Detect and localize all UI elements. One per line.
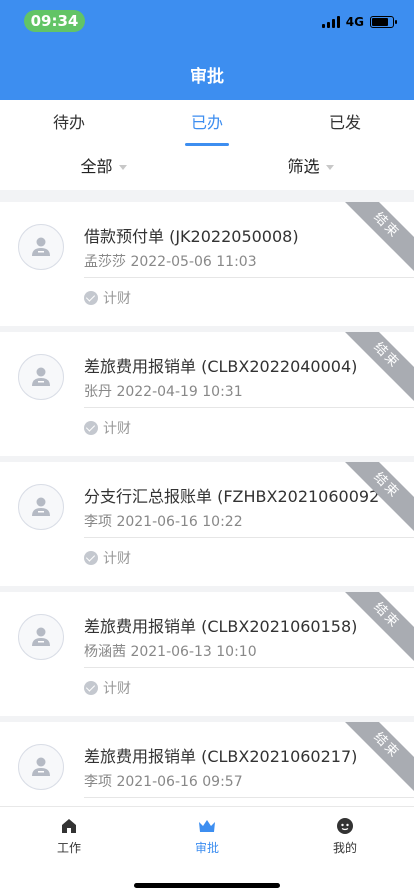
avatar (18, 354, 64, 400)
bottom-nav: 工作 审批 我的 (0, 806, 414, 896)
all-dropdown[interactable]: 全部 (0, 148, 207, 190)
home-indicator (134, 883, 280, 888)
list-item[interactable]: 分支行汇总报账单 (FZHBX2021060092 李项 2021-06-16 … (0, 462, 414, 586)
item-title: 分支行汇总报账单 (FZHBX2021060092 (84, 487, 380, 506)
item-meta: 孟莎莎 2022-05-06 11:03 (84, 254, 257, 270)
person-icon (32, 237, 50, 256)
tab-pending[interactable]: 待办 (0, 100, 138, 148)
network-label: 4G (345, 15, 364, 29)
item-title: 差旅费用报销单 (CLBX2021060217) (84, 747, 358, 766)
divider (84, 537, 414, 538)
person-icon (32, 367, 50, 386)
crown-icon (199, 820, 215, 832)
avatar (18, 614, 64, 660)
face-icon (337, 818, 353, 834)
item-meta: 杨涵茜 2021-06-13 10:10 (84, 644, 257, 660)
item-title: 差旅费用报销单 (CLBX2022040004) (84, 357, 358, 376)
signal-icon (321, 16, 340, 28)
item-title: 借款预付单 (JK2022050008) (84, 227, 299, 246)
check-circle-icon (84, 421, 98, 435)
nav-mine-label: 我的 (332, 841, 357, 855)
person-icon (32, 627, 50, 646)
item-node: 计财 (84, 548, 131, 568)
item-meta: 张丹 2022-04-19 10:31 (84, 384, 243, 400)
item-node: 计财 (84, 418, 131, 438)
caret-down-icon (325, 165, 334, 170)
avatar (18, 484, 64, 530)
item-node: 计财 (84, 678, 131, 698)
filter-dropdown-label: 筛选 (287, 157, 320, 176)
avatar (18, 224, 64, 270)
tab-bar: 待办 已办 已发 (0, 100, 414, 148)
check-circle-icon (84, 551, 98, 565)
status-time: 09:34 (24, 10, 85, 32)
filter-dropdown[interactable]: 筛选 (207, 148, 414, 190)
divider (84, 407, 414, 408)
status-ribbon: 结束 (335, 202, 414, 277)
person-icon (32, 497, 50, 516)
nav-approval-label: 审批 (194, 841, 219, 855)
divider (84, 667, 414, 668)
nav-mine[interactable]: 我的 (276, 807, 414, 863)
app-header: 09:34 4G 审批 (0, 0, 414, 100)
status-indicators: 4G (321, 14, 397, 30)
nav-approval[interactable]: 审批 (138, 807, 276, 863)
person-icon (32, 757, 50, 776)
filter-bar: 全部 筛选 (0, 148, 414, 190)
status-bar: 09:34 4G (0, 0, 414, 44)
avatar (18, 744, 64, 790)
tab-sent[interactable]: 已发 (276, 100, 414, 148)
list-item[interactable]: 借款预付单 (JK2022050008) 孟莎莎 2022-05-06 11:0… (0, 202, 414, 326)
page-title: 审批 (190, 67, 224, 87)
caret-down-icon (118, 165, 127, 170)
all-dropdown-label: 全部 (80, 157, 113, 176)
item-meta: 李项 2021-06-16 10:22 (84, 514, 243, 530)
check-circle-icon (84, 291, 98, 305)
item-title: 差旅费用报销单 (CLBX2021060158) (84, 617, 358, 636)
tab-done[interactable]: 已办 (138, 100, 276, 148)
item-meta: 李项 2021-06-16 09:57 (84, 774, 243, 790)
divider (84, 797, 414, 798)
nav-work[interactable]: 工作 (0, 807, 138, 863)
check-circle-icon (84, 681, 98, 695)
item-node: 计财 (84, 288, 131, 308)
divider (84, 277, 414, 278)
list-item[interactable]: 差旅费用报销单 (CLBX2021060158) 杨涵茜 2021-06-13 … (0, 592, 414, 716)
list-item[interactable]: 差旅费用报销单 (CLBX2022040004) 张丹 2022-04-19 1… (0, 332, 414, 456)
battery-icon (370, 16, 397, 28)
home-icon (62, 819, 76, 833)
nav-work-label: 工作 (56, 841, 81, 855)
